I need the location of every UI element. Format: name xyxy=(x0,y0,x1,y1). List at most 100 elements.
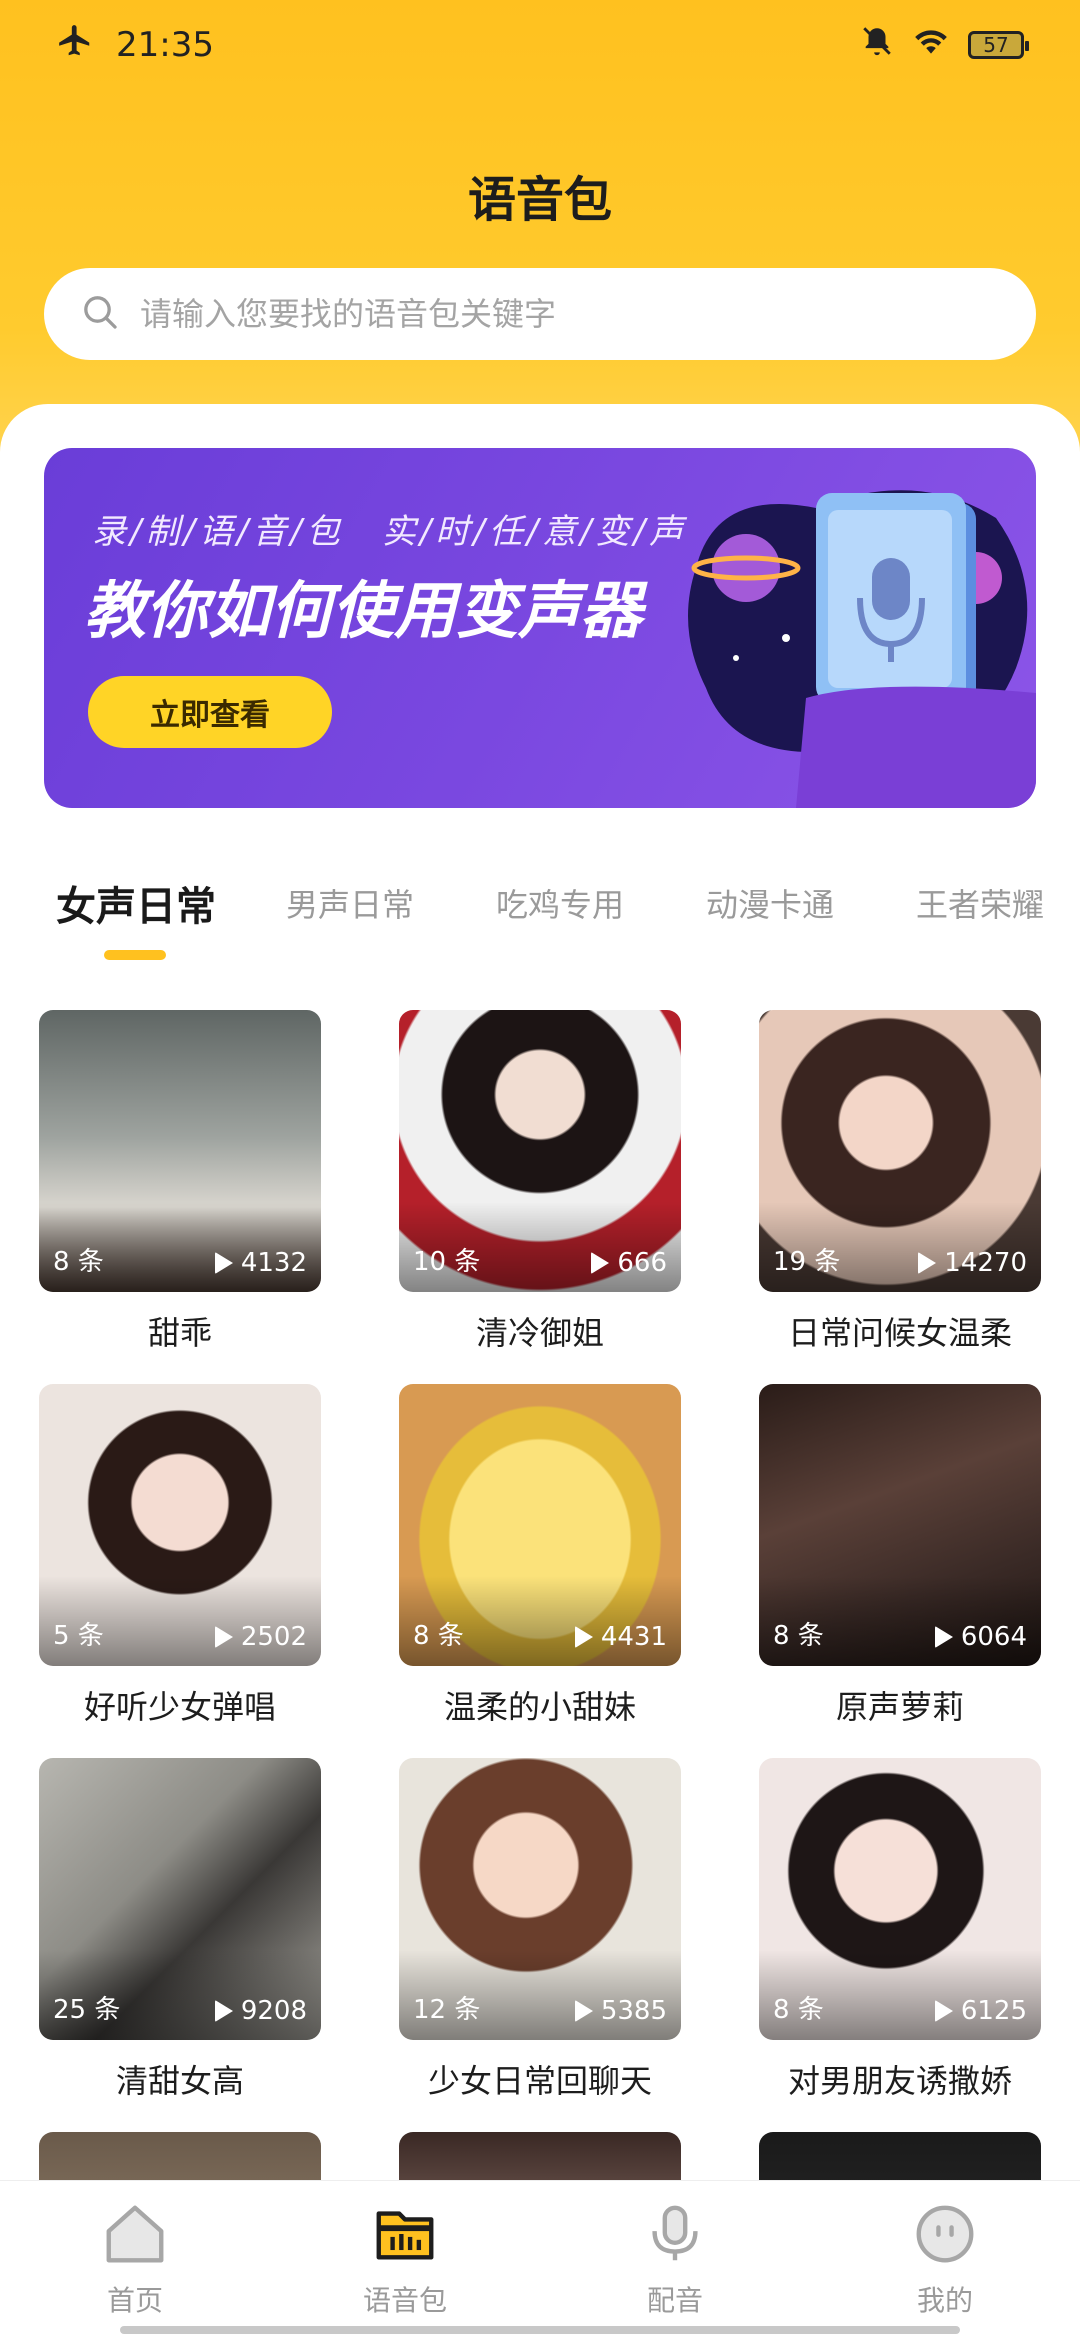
play-count: 666 xyxy=(591,1248,667,1278)
nav-label: 语音包 xyxy=(362,2284,447,2317)
tab-male-daily[interactable]: 男声日常 xyxy=(286,880,414,926)
clip-count: 8 条 xyxy=(773,1621,824,1651)
play-count: 5385 xyxy=(574,1996,667,2026)
bottom-navigation: 首页 语音包 配音 我的 xyxy=(0,2180,1080,2340)
voice-pack-card[interactable]: 8 条 6125 对男朋友诱撒娇 xyxy=(759,1758,1041,2102)
category-tabs: 女声日常 男声日常 吃鸡专用 动漫卡通 王者荣耀 xyxy=(0,860,1080,970)
play-icon xyxy=(574,1626,593,1648)
airplane-icon xyxy=(56,22,94,69)
clip-count: 12 条 xyxy=(413,1995,481,2025)
voice-pack-title: 少女日常回聊天 xyxy=(427,2062,652,2100)
play-icon xyxy=(918,1252,937,1274)
play-count: 14270 xyxy=(918,1248,1027,1278)
banner-title: 教你如何使用变声器 xyxy=(84,574,643,647)
profile-face-icon xyxy=(916,2205,974,2263)
tutorial-banner[interactable]: 录/制/语/音/包 实/时/任/意/变/声 教你如何使用变声器 立即查看 xyxy=(44,448,1036,808)
play-count: 4431 xyxy=(574,1622,667,1652)
view-now-button[interactable]: 立即查看 xyxy=(88,676,332,748)
voice-pack-cover: 8 条 4132 xyxy=(39,1010,321,1292)
voice-pack-card[interactable]: 5 条 2502 好听少女弹唱 xyxy=(39,1384,321,1728)
voice-pack-card[interactable]: 8 条 6064 原声萝莉 xyxy=(759,1384,1041,1728)
page-title: 语音包 xyxy=(467,172,612,228)
voice-pack-cover: 12 条 5385 xyxy=(399,1758,681,2040)
voice-pack-cover: 25 条 9208 xyxy=(39,1758,321,2040)
play-count-value: 4132 xyxy=(240,1248,307,1278)
search-bar[interactable] xyxy=(44,268,1036,360)
battery-level: 57 xyxy=(983,33,1009,57)
voice-pack-card[interactable]: 10 条 666 清冷御姐 xyxy=(399,1010,681,1354)
tab-pubg[interactable]: 吃鸡专用 xyxy=(496,880,624,926)
voice-pack-title: 甜乖 xyxy=(147,1314,212,1352)
play-count: 6125 xyxy=(934,1996,1027,2026)
play-count-value: 5385 xyxy=(600,1996,667,2026)
status-time: 21:35 xyxy=(116,25,214,65)
play-icon xyxy=(214,2000,233,2022)
voice-pack-card[interactable]: 8 条 4132 甜乖 xyxy=(39,1010,321,1354)
tab-honor-of-kings[interactable]: 王者荣耀 xyxy=(916,880,1044,926)
voice-pack-cover: 8 条 6125 xyxy=(759,1758,1041,2040)
nav-voice-pack[interactable]: 语音包 xyxy=(305,2199,505,2319)
play-icon xyxy=(934,2000,953,2022)
clip-count: 8 条 xyxy=(53,1247,104,1277)
voice-pack-cover: 5 条 2502 xyxy=(39,1384,321,1666)
microphone-icon xyxy=(652,2205,698,2261)
voice-pack-cover: 10 条 666 xyxy=(399,1010,681,1292)
clip-count: 25 条 xyxy=(53,1995,121,2025)
clip-count: 19 条 xyxy=(773,1247,841,1277)
voice-pack-cover: 8 条 6064 xyxy=(759,1384,1041,1666)
voice-pack-title: 好听少女弹唱 xyxy=(83,1688,276,1726)
clip-count: 5 条 xyxy=(53,1621,104,1651)
voice-pack-icon xyxy=(376,2211,434,2260)
play-count: 6064 xyxy=(934,1622,1027,1652)
voice-pack-title: 对男朋友诱撒娇 xyxy=(787,2062,1012,2100)
play-count-value: 2502 xyxy=(240,1622,307,1652)
microphone-book-illustration xyxy=(688,490,1036,808)
nav-home[interactable]: 首页 xyxy=(35,2199,235,2319)
voice-pack-title: 温柔的小甜妹 xyxy=(443,1688,636,1726)
nav-label: 我的 xyxy=(916,2284,973,2317)
clip-count: 8 条 xyxy=(413,1621,464,1651)
home-indicator-bar xyxy=(120,2326,960,2334)
voice-pack-card[interactable]: 25 条 9208 清甜女高 xyxy=(39,1758,321,2102)
voice-pack-cover: 8 条 4431 xyxy=(399,1384,681,1666)
home-icon xyxy=(106,2205,164,2263)
status-right: 57 xyxy=(860,24,1029,67)
nav-profile[interactable]: 我的 xyxy=(845,2199,1045,2319)
play-icon xyxy=(591,1252,610,1274)
play-count: 9208 xyxy=(214,1996,307,2026)
voice-pack-screen: 21:35 57 语音包 录/制/语/音/包 实/时/任/意/变/声 教你如何使… xyxy=(0,0,1080,2340)
voice-pack-title: 清甜女高 xyxy=(115,2062,244,2100)
tab-female-daily[interactable]: 女声日常 xyxy=(56,874,216,932)
banner-subtitle: 录/制/语/音/包 实/时/任/意/变/声 xyxy=(92,512,688,552)
voice-pack-title: 清冷御姐 xyxy=(475,1314,604,1352)
mute-bell-icon xyxy=(860,24,894,67)
tab-active-indicator xyxy=(104,950,166,960)
voice-pack-card[interactable]: 8 条 4431 温柔的小甜妹 xyxy=(399,1384,681,1728)
voice-pack-title: 日常问候女温柔 xyxy=(787,1314,1012,1352)
voice-pack-card[interactable]: 19 条 14270 日常问候女温柔 xyxy=(759,1010,1041,1354)
status-left: 21:35 xyxy=(56,22,214,69)
voice-pack-card[interactable]: 12 条 5385 少女日常回聊天 xyxy=(399,1758,681,2102)
play-count-value: 6125 xyxy=(960,1996,1027,2026)
clip-count: 8 条 xyxy=(773,1995,824,2025)
wifi-icon xyxy=(912,24,950,67)
voice-pack-grid: 8 条 4132 甜乖 10 条 666 清冷御姐 19 条 14270 日常问… xyxy=(0,1010,1080,2340)
play-icon xyxy=(934,1626,953,1648)
play-count-value: 666 xyxy=(617,1248,667,1278)
battery-icon: 57 xyxy=(968,31,1029,59)
play-count-value: 4431 xyxy=(600,1622,667,1652)
tab-anime-cartoon[interactable]: 动漫卡通 xyxy=(706,880,834,926)
voice-pack-cover: 19 条 14270 xyxy=(759,1010,1041,1292)
nav-label: 配音 xyxy=(646,2284,703,2317)
status-bar: 21:35 57 xyxy=(0,0,1080,90)
nav-label: 首页 xyxy=(106,2284,163,2317)
play-count: 2502 xyxy=(214,1622,307,1652)
play-count-value: 6064 xyxy=(960,1622,1027,1652)
play-count-value: 9208 xyxy=(240,1996,307,2026)
voice-pack-title: 原声萝莉 xyxy=(835,1688,964,1726)
play-icon xyxy=(214,1626,233,1648)
clip-count: 10 条 xyxy=(413,1247,481,1277)
nav-dubbing[interactable]: 配音 xyxy=(575,2199,775,2319)
search-input[interactable] xyxy=(138,294,962,334)
play-count-value: 14270 xyxy=(944,1248,1027,1278)
